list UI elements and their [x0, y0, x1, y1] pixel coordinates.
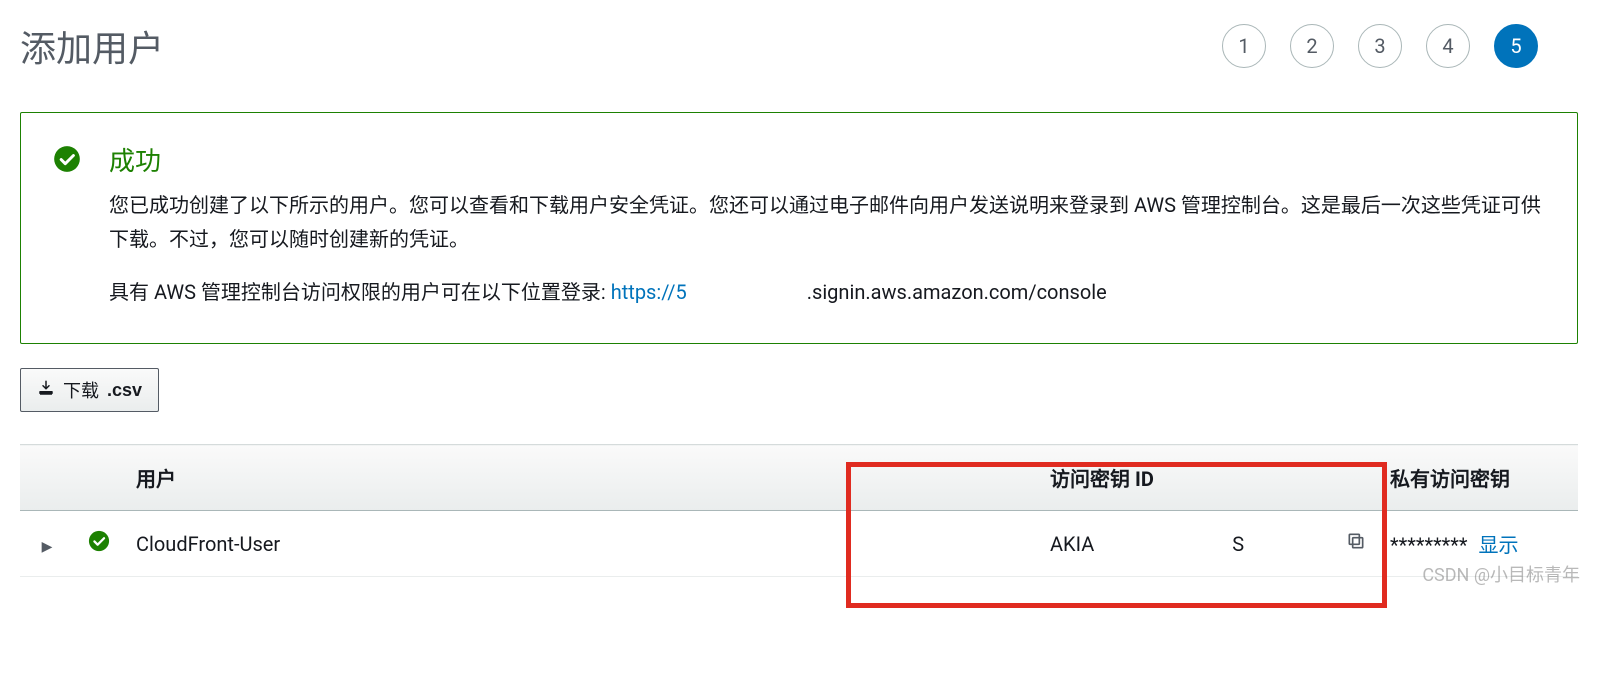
step-3[interactable]: 3 — [1358, 24, 1402, 68]
col-expand-header — [20, 445, 74, 511]
page-title: 添加用户 — [20, 20, 164, 72]
watermark: CSDN @小目标青年 — [1422, 561, 1580, 587]
col-status-header — [74, 445, 124, 511]
download-ext: .csv — [107, 380, 142, 401]
col-access-key-header: 访问密钥 ID — [1038, 445, 1378, 511]
success-alert: 成功 您已成功创建了以下所示的用户。您可以查看和下载用户安全凭证。您还可以通过电… — [20, 112, 1578, 344]
step-2[interactable]: 2 — [1290, 24, 1334, 68]
login-prefix: 具有 AWS 管理控制台访问权限的用户可在以下位置登录: — [109, 280, 611, 304]
download-text: 下载 — [63, 377, 99, 403]
success-login-info: 具有 AWS 管理控制台访问权限的用户可在以下位置登录: https://5 .… — [109, 276, 1545, 305]
col-user-header: 用户 — [124, 445, 1038, 511]
table-row: ▶ CloudFront-User AKIA S — [20, 511, 1578, 577]
expand-cell[interactable]: ▶ — [20, 511, 74, 577]
access-key-cell: AKIA S — [1038, 511, 1378, 577]
step-indicator: 1 2 3 4 5 — [1222, 24, 1578, 68]
access-key-prefix: AKIA — [1050, 532, 1094, 556]
success-check-icon — [88, 533, 110, 557]
step-5[interactable]: 5 — [1494, 24, 1538, 68]
success-check-icon — [53, 145, 81, 177]
copy-icon[interactable] — [1346, 531, 1366, 556]
success-content: 成功 您已成功创建了以下所示的用户。您可以查看和下载用户安全凭证。您还可以通过电… — [109, 141, 1545, 305]
show-secret-link[interactable]: 显示 — [1479, 533, 1519, 557]
col-secret-header: 私有访问密钥 — [1378, 445, 1578, 511]
caret-right-icon: ▶ — [42, 539, 53, 555]
step-4[interactable]: 4 — [1426, 24, 1470, 68]
access-key-suffix: S — [1232, 532, 1244, 556]
download-icon — [37, 379, 55, 402]
status-cell — [74, 511, 124, 577]
success-description: 您已成功创建了以下所示的用户。您可以查看和下载用户安全凭证。您还可以通过电子邮件… — [109, 188, 1545, 256]
header-row: 添加用户 1 2 3 4 5 — [20, 20, 1578, 72]
console-login-link[interactable]: https://5 — [611, 280, 687, 304]
step-1[interactable]: 1 — [1222, 24, 1266, 68]
users-table: 用户 访问密钥 ID 私有访问密钥 ▶ CloudFront-User AKIA… — [20, 444, 1578, 577]
user-name-cell: CloudFront-User — [124, 511, 1038, 577]
login-url-suffix: .signin.aws.amazon.com/console — [807, 280, 1107, 304]
secret-mask: ********* — [1390, 533, 1468, 557]
download-csv-button[interactable]: 下载 .csv — [20, 368, 159, 412]
success-title: 成功 — [109, 141, 1545, 178]
